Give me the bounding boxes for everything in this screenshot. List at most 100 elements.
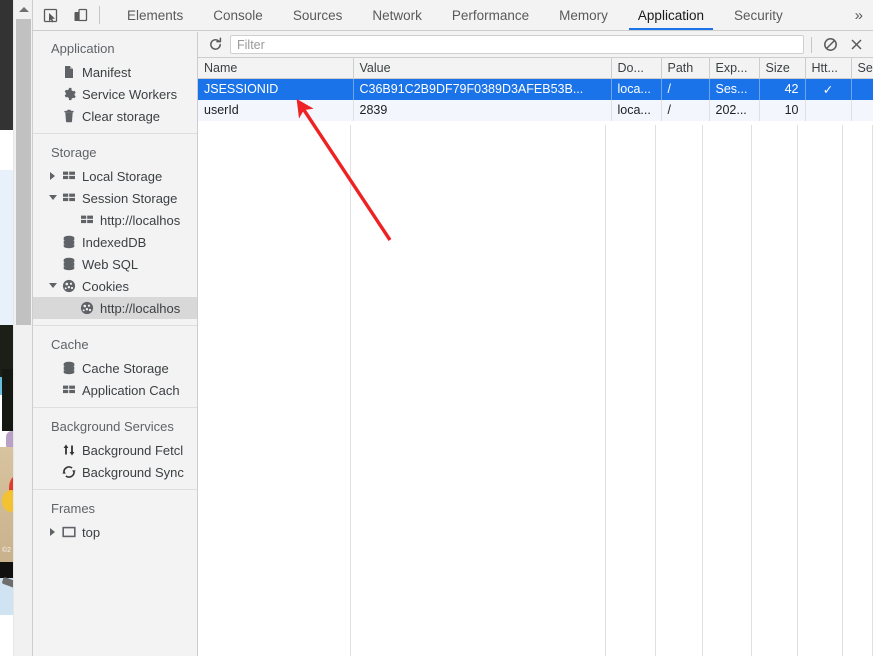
tab-application[interactable]: Application (623, 0, 719, 30)
devtools-tabbar: Elements Console Sources Network Perform… (33, 0, 873, 31)
chevron-down-icon[interactable] (49, 281, 59, 291)
page-dark-header (0, 0, 13, 130)
column-header-se[interactable]: Se... (851, 58, 873, 79)
frame-window-icon (61, 525, 76, 540)
sidebar-item-label: Web SQL (82, 256, 139, 272)
tab-label: Elements (127, 7, 184, 23)
table-cell[interactable] (851, 78, 873, 100)
more-tabs-chevron-icon[interactable]: » (849, 0, 873, 30)
table-cell[interactable]: 202... (709, 99, 760, 121)
sidebar-item-label: Clear storage (82, 108, 161, 124)
delete-close-icon[interactable] (845, 34, 867, 56)
sidebar-item-background-sync[interactable]: Background Sync (33, 461, 197, 483)
sidebar-item-clear-storage[interactable]: Clear storage (33, 105, 197, 127)
table-column-guide (656, 125, 703, 656)
sidebar-item-label: Cache Storage (82, 360, 169, 376)
table-storage-icon (79, 213, 94, 228)
inspect-cursor-icon[interactable] (37, 2, 63, 28)
sidebar-item-top[interactable]: top (33, 521, 197, 543)
sidebar-item-application-cach[interactable]: Application Cach (33, 379, 197, 401)
table-cell[interactable]: C36B91C2B9DF79F0389D3AFEB53B... (353, 78, 612, 100)
table-cell[interactable]: userId (198, 99, 354, 121)
table-row[interactable]: userId 2839 loca.../202... 10 (198, 99, 873, 121)
chevron-right-icon[interactable] (49, 527, 59, 537)
chevron-right-icon[interactable] (49, 171, 59, 181)
table-cell[interactable]: 10 (759, 99, 806, 121)
scroll-up-arrow-icon[interactable] (14, 0, 33, 17)
tab-memory[interactable]: Memory (544, 0, 623, 30)
manifest-document-icon (61, 65, 76, 80)
column-header-value[interactable]: Value (353, 58, 612, 79)
column-header-htt[interactable]: Htt... (805, 58, 852, 79)
sidebar-item-http-localhos[interactable]: http://localhos (33, 209, 197, 231)
tab-performance[interactable]: Performance (437, 0, 544, 30)
sidebar-group-title: Application (51, 41, 115, 56)
page-scrollbar[interactable] (13, 0, 33, 656)
column-header-size[interactable]: Size (759, 58, 806, 79)
tab-label: Security (733, 7, 783, 23)
database-icon (61, 257, 76, 272)
sidebar-group-title: Cache (51, 337, 89, 352)
sidebar-item-label: IndexedDB (82, 234, 147, 250)
sidebar-item-label: Local Storage (82, 168, 163, 184)
column-header-path[interactable]: Path (661, 58, 710, 79)
devtools-tab-list: Elements Console Sources Network Perform… (112, 0, 849, 30)
table-cell[interactable] (851, 99, 873, 121)
tab-label: Network (372, 7, 422, 23)
table-column-guide (198, 125, 352, 656)
table-body: JSESSIONID C36B91C2B9DF79F0389D3AFEB53B..… (198, 78, 873, 121)
sidebar-group: Frames top (33, 489, 197, 549)
table-row[interactable]: JSESSIONID C36B91C2B9DF79F0389D3AFEB53B..… (198, 78, 873, 100)
cookies-toolbar (198, 32, 873, 58)
table-cell[interactable]: loca... (611, 99, 662, 121)
filter-input[interactable] (230, 35, 804, 54)
table-column-guide (351, 125, 607, 656)
sidebar-item-label: http://localhos (100, 212, 181, 228)
table-cell[interactable]: / (661, 99, 710, 121)
chevron-down-icon[interactable] (49, 193, 59, 203)
table-cell[interactable]: 2839 (353, 99, 612, 121)
column-header-do[interactable]: Do... (611, 58, 662, 79)
table-cell[interactable]: 42 (759, 78, 806, 100)
sidebar-group-title: Frames (51, 501, 96, 516)
tab-network[interactable]: Network (357, 0, 437, 30)
devtools-screenshot: ©2 Elements Console Sources Network Perf… (0, 0, 873, 656)
sidebar-item-web-sql[interactable]: Web SQL (33, 253, 197, 275)
tab-console[interactable]: Console (198, 0, 278, 30)
updown-arrows-icon (61, 443, 76, 458)
database-icon (61, 361, 76, 376)
table-cell[interactable]: Ses... (709, 78, 760, 100)
refresh-icon[interactable] (204, 34, 226, 56)
sidebar-item-indexeddb[interactable]: IndexedDB (33, 231, 197, 253)
table-cell[interactable] (805, 99, 852, 121)
tab-elements[interactable]: Elements (112, 0, 198, 30)
cookie-icon (61, 279, 76, 294)
sidebar-item-session-storage[interactable]: Session Storage (33, 187, 197, 209)
scrollbar-thumb[interactable] (16, 19, 31, 325)
column-header-exp[interactable]: Exp... (709, 58, 760, 79)
clear-all-icon[interactable] (819, 34, 841, 56)
sidebar-item-cookies[interactable]: Cookies (33, 275, 197, 297)
toolbar-divider (99, 6, 100, 24)
application-sidebar[interactable]: Application Manifest Service Workers Clear … (33, 32, 198, 656)
table-cell[interactable]: ✓ (805, 78, 852, 100)
sidebar-item-http-localhos[interactable]: http://localhos (33, 297, 197, 319)
sidebar-group: Application Manifest Service Workers Clear … (33, 38, 197, 133)
table-cell[interactable]: JSESSIONID (198, 78, 354, 100)
cookie-icon (79, 301, 94, 316)
gear-icon (61, 87, 76, 102)
sidebar-item-local-storage[interactable]: Local Storage (33, 165, 197, 187)
sidebar-item-service-workers[interactable]: Service Workers (33, 83, 197, 105)
sidebar-item-manifest[interactable]: Manifest (33, 61, 197, 83)
table-cell[interactable]: loca... (611, 78, 662, 100)
table-cell[interactable]: / (661, 78, 710, 100)
sidebar-item-cache-storage[interactable]: Cache Storage (33, 357, 197, 379)
column-header-name[interactable]: Name (198, 58, 354, 79)
tab-security[interactable]: Security (719, 0, 798, 30)
sidebar-item-background-fetcl[interactable]: Background Fetcl (33, 439, 197, 461)
device-toolbar-icon[interactable] (67, 2, 93, 28)
sidebar-item-label: Background Sync (82, 464, 184, 480)
tab-sources[interactable]: Sources (278, 0, 358, 30)
tab-label: Application (637, 7, 704, 23)
table-column-guide (703, 125, 753, 656)
